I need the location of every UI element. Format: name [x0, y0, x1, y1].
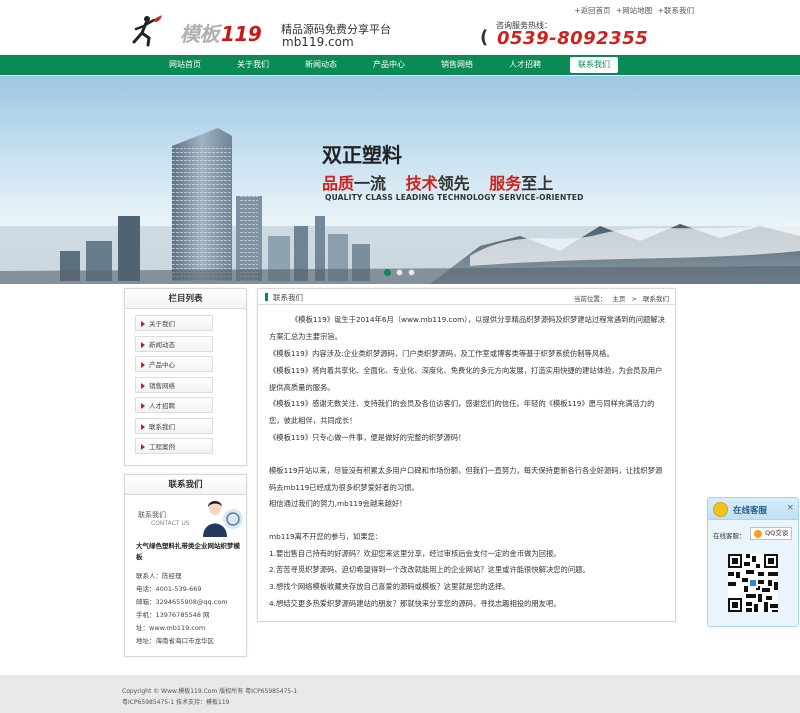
customer-service-avatar	[203, 501, 243, 537]
contact-phone: 电话：4001-539-669	[136, 585, 202, 593]
sidebar-item-contact[interactable]: 联系我们	[135, 418, 213, 434]
nav-about[interactable]: 关于我们	[222, 55, 284, 75]
contact-email: 邮箱：3294655908@qq.com	[136, 598, 228, 606]
sidebar-item-jobs[interactable]: 人才招聘	[135, 397, 213, 413]
logo-domain: mb119.com	[282, 35, 354, 49]
contact-mobile: 手机：13976785548 网	[136, 611, 210, 619]
banner-dot-1[interactable]	[384, 269, 391, 276]
qq-chat-button[interactable]: QQ交谈	[750, 527, 792, 540]
para-believe: 相信通过我们的努力,mb119会越来越好！	[269, 499, 407, 508]
contact-image-cn: 联系我们	[138, 511, 166, 519]
nav-contact[interactable]: 联系我们	[570, 57, 618, 73]
contact-panel: 联系我们 联系我们 CONTACT US 大气绿色塑料扎带类企业网站织梦模板 联…	[124, 474, 247, 657]
main-content-panel: 联系我们 当前位置： 主页 > 联系我们 《模板119》诞生于2014年6月（w…	[257, 288, 676, 622]
para-thanks: 《模板119》感谢无数关注、支持我们的会员及各位访客们，感谢您们的信任。年轻的《…	[269, 399, 655, 425]
breadcrumb-label: 当前位置：	[573, 295, 607, 303]
sidebar-item-news[interactable]: 新闻动态	[135, 336, 213, 352]
nav-home[interactable]: 网站首页	[154, 55, 216, 75]
contact-address: 地址：海南省海口市龙华区	[136, 637, 214, 645]
para-join: mb119离不开您的参与，如果您：	[269, 532, 383, 541]
banner-english-slogan: QUALITY CLASS LEADING TECHNOLOGY SERVICE…	[325, 193, 584, 202]
smile-icon	[713, 502, 728, 517]
contact-title: 联系我们	[125, 475, 246, 495]
qr-code-icon	[728, 554, 778, 612]
contact-person: 联系人：陈经理	[136, 572, 182, 580]
site-footer: Copyright © Www.模板119.Com 版权所有 粤ICP65985…	[0, 675, 800, 713]
sidebar-item-sales[interactable]: 销售网络	[135, 377, 213, 393]
sidebar-item-cases[interactable]: 工程案例	[135, 438, 213, 454]
banner-title: 双正塑料	[322, 143, 402, 167]
top-link-sitemap[interactable]: +网站地图	[616, 6, 652, 15]
breadcrumb-home[interactable]: 主页	[612, 295, 625, 303]
hotline-number: 0539-8092355	[497, 28, 649, 49]
sidebar-item-about[interactable]: 关于我们	[135, 315, 213, 331]
footer-copyright: Copyright © Www.模板119.Com 版权所有 粤ICP65985…	[122, 688, 298, 695]
nav-sales[interactable]: 销售网络	[426, 55, 488, 75]
sidebar-item-products[interactable]: 产品中心	[135, 356, 213, 372]
banner-dot-3[interactable]	[408, 269, 415, 276]
para-content: 《模板119》内容涉及:企业类织梦源码，门户类织梦源码，及工作室或博客类等基于织…	[269, 349, 614, 358]
footer-support: 粤ICP65985475-1 技术支持：模板119	[122, 699, 230, 706]
nav-products[interactable]: 产品中心	[358, 55, 420, 75]
online-service-title: 在线客服	[733, 506, 768, 516]
close-icon[interactable]: ×	[786, 503, 794, 513]
top-link-home[interactable]: +返回首页	[574, 6, 610, 15]
main-header: 联系我们 当前位置： 主页 > 联系我们	[258, 289, 675, 305]
para-item-4: 4.想结交更多热爱织梦源码建站的朋友？那就快来分享您的源码，寻找志趣相投的朋友吧…	[269, 599, 561, 608]
breadcrumb: 当前位置： 主页 > 联系我们	[570, 293, 669, 303]
top-link-contact[interactable]: +联系我们	[658, 6, 694, 15]
para-item-2: 2.苦苦寻觅织梦源码、迫切希望得到一个改改就能用上的企业网站？这里或许能很快解决…	[269, 565, 590, 574]
sidebar-panel: 栏目列表 关于我们 新闻动态 产品中心 销售网络 人才招聘 联系我们 工程案例	[124, 288, 247, 466]
breadcrumb-sep: >	[631, 295, 637, 303]
para-focus: 《模板119》只专心做一件事，便是做好的完整的织梦源码！	[269, 433, 466, 442]
online-service-header: 在线客服 ×	[708, 498, 798, 520]
phone-icon: (	[480, 27, 489, 48]
sidebar-title: 栏目列表	[125, 289, 246, 309]
main-title: 联系我们	[273, 293, 303, 302]
contact-website: 址：www.mb119.com	[136, 624, 206, 632]
banner-dot-2[interactable]	[396, 269, 403, 276]
nav-news[interactable]: 新闻动态	[290, 55, 352, 75]
contact-company: 大气绿色塑料扎带类企业网站织梦模板	[136, 542, 240, 561]
para-direction: 《模板119》将向着共享化、全面化、专业化、深度化、免费化的多元方向发展，打造实…	[269, 366, 663, 392]
para-intro: 《模板119》诞生于2014年6月（www.mb119.com），以提供分享精品…	[269, 315, 665, 341]
online-service-label: 在线客服：	[713, 532, 746, 540]
nav-jobs[interactable]: 人才招聘	[494, 55, 556, 75]
breadcrumb-current[interactable]: 联系我们	[643, 295, 669, 303]
top-links: +返回首页 +网站地图 +联系我们	[571, 5, 694, 16]
site-header: +返回首页 +网站地图 +联系我们 模板 119 精品源码免费分享平台 mb119…	[0, 0, 800, 54]
contact-image-en: CONTACT US	[151, 520, 190, 527]
banner-slogan: 品质一流 技术领先 服务至上	[322, 174, 554, 193]
hero-banner[interactable]: 双正塑料 品质一流 技术领先 服务至上 QUALITY CLASS LEADIN…	[0, 76, 800, 284]
para-history: 模板119开站以来，尽管没有积累太多用户口碑和市场份额，但我们一直努力，每天保持…	[269, 466, 663, 492]
logo-wordmark[interactable]: 模板 119	[180, 18, 262, 47]
online-service-widget: 在线客服 × 在线客服： QQ交谈	[707, 497, 799, 627]
para-item-3: 3.想找个网络模板收藏夹存放自己喜爱的源码或模板？这里就是您的选择。	[269, 582, 510, 591]
main-nav: 网站首页 关于我们 新闻动态 产品中心 销售网络 人才招聘 联系我们	[0, 55, 800, 75]
logo-runner-icon[interactable]	[128, 14, 164, 48]
para-item-1: 1.要出售自己持有的好源码？欢迎您来这里分享，经过审核后会支付一定的金币做为回报…	[269, 549, 561, 558]
